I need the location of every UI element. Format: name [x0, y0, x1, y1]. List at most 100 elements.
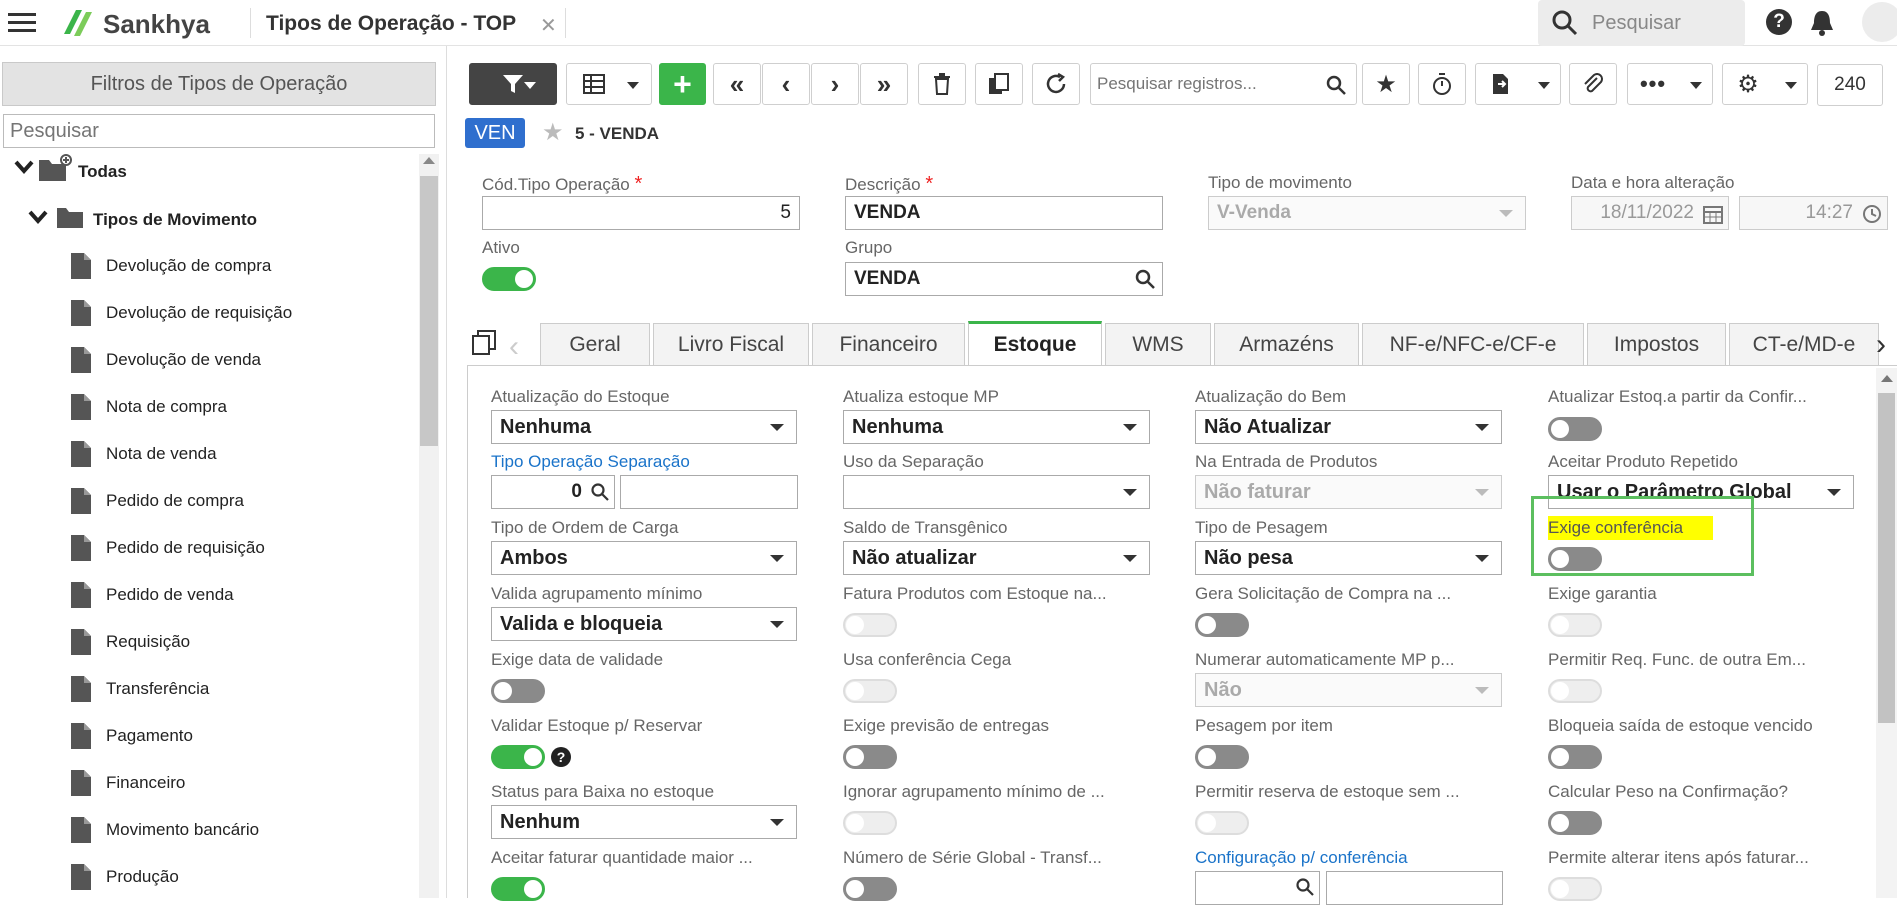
- refresh-button[interactable]: [1032, 63, 1080, 105]
- export-button[interactable]: [1475, 63, 1561, 105]
- copy-tabs-icon[interactable]: [472, 330, 496, 356]
- calcular-peso-confirmacao-label: Calcular Peso na Confirmação?: [1548, 782, 1789, 801]
- close-tab-icon[interactable]: ✕: [540, 13, 557, 38]
- saldo-transgenico-select[interactable]: Não atualizar: [843, 541, 1150, 575]
- cod-tipo-operacao-input[interactable]: 5: [482, 196, 800, 230]
- tree-item[interactable]: Nota de compra: [106, 397, 227, 417]
- tree-item[interactable]: Transferência: [106, 679, 209, 699]
- exige-data-validade-label: Exige data de validade: [491, 650, 664, 669]
- tree-root-todas[interactable]: Todas: [78, 162, 127, 182]
- settings-button[interactable]: ⚙: [1722, 63, 1808, 105]
- hamburger-menu-icon[interactable]: [8, 12, 36, 34]
- tabs-scroll-right-icon[interactable]: ›: [1876, 328, 1886, 362]
- record-search-input[interactable]: [1091, 64, 1316, 104]
- attachment-button[interactable]: [1569, 63, 1617, 105]
- grupo-input[interactable]: VENDA: [845, 262, 1163, 296]
- scroll-up-icon[interactable]: [1881, 375, 1893, 382]
- avatar[interactable]: [1862, 2, 1897, 42]
- tipo-ordem-carga-select[interactable]: Ambos: [491, 541, 797, 575]
- tree-item[interactable]: Pagamento: [106, 726, 193, 746]
- tree-item[interactable]: Pedido de venda: [106, 585, 234, 605]
- tree-item[interactable]: Pedido de requisição: [106, 538, 265, 558]
- grid-dropdown-caret-icon[interactable]: [627, 82, 639, 89]
- last-record-button[interactable]: »: [860, 63, 908, 105]
- search-icon[interactable]: [1326, 75, 1346, 95]
- help-icon[interactable]: ?: [551, 747, 571, 767]
- status-baixa-estoque-select[interactable]: Nenhum: [491, 805, 797, 839]
- content-scrollbar-thumb[interactable]: [1878, 393, 1895, 723]
- tree-item[interactable]: Devolução de requisição: [106, 303, 292, 323]
- tree-item[interactable]: Produção: [106, 867, 179, 887]
- sidebar-search-input[interactable]: [3, 114, 435, 148]
- tree-item[interactable]: Devolução de venda: [106, 350, 261, 370]
- config-conferencia-link[interactable]: Configuração p/ conferência: [1195, 848, 1408, 868]
- validar-estoque-reservar-toggle[interactable]: [491, 745, 545, 769]
- delete-button[interactable]: [918, 63, 966, 105]
- timer-button[interactable]: [1418, 63, 1466, 105]
- more-dropdown-caret-icon[interactable]: [1690, 82, 1702, 89]
- exige-previsao-entregas-toggle[interactable]: [843, 745, 897, 769]
- sidebar-scrollbar-thumb[interactable]: [420, 176, 438, 446]
- export-dropdown-caret-icon[interactable]: [1538, 82, 1550, 89]
- tree-item[interactable]: Devolução de compra: [106, 256, 271, 276]
- star-icon[interactable]: ★: [542, 118, 564, 147]
- settings-dropdown-caret-icon[interactable]: [1785, 82, 1797, 89]
- chevron-down-icon[interactable]: [28, 210, 48, 224]
- next-record-button[interactable]: ›: [811, 63, 859, 105]
- atualizacao-estoque-select[interactable]: Nenhuma: [491, 410, 797, 444]
- atualiza-estoque-mp-select[interactable]: Nenhuma: [843, 410, 1150, 444]
- tree-group-tipos-movimento[interactable]: Tipos de Movimento: [93, 210, 257, 230]
- tree-item[interactable]: Movimento bancário: [106, 820, 259, 840]
- scroll-up-icon[interactable]: [423, 157, 435, 164]
- record-search[interactable]: [1090, 63, 1357, 105]
- search-icon[interactable]: [591, 483, 609, 501]
- tree-item[interactable]: Pedido de compra: [106, 491, 244, 511]
- search-icon[interactable]: [1135, 269, 1155, 289]
- valida-agrupamento-select[interactable]: Valida e bloqueia: [491, 607, 797, 641]
- tab-livro-fiscal[interactable]: Livro Fiscal: [653, 323, 809, 365]
- numero-serie-global-toggle[interactable]: [843, 877, 897, 901]
- bloqueia-saida-vencido-toggle[interactable]: [1548, 745, 1602, 769]
- tab-wms[interactable]: WMS: [1105, 323, 1211, 365]
- filter-button[interactable]: [469, 63, 557, 105]
- sidebar-divider: [446, 46, 447, 898]
- tab-geral[interactable]: Geral: [540, 323, 650, 365]
- descricao-input[interactable]: VENDA: [845, 196, 1163, 230]
- gera-solicitacao-compra-toggle[interactable]: [1195, 613, 1249, 637]
- exige-data-validade-toggle[interactable]: [491, 679, 545, 703]
- uso-separacao-select[interactable]: [843, 475, 1150, 509]
- aceitar-faturar-qtd-toggle[interactable]: [491, 877, 545, 901]
- help-icon[interactable]: ?: [1766, 9, 1792, 35]
- ativo-toggle[interactable]: [482, 267, 536, 291]
- calcular-peso-confirmacao-toggle[interactable]: [1548, 811, 1602, 835]
- atualizacao-bem-select[interactable]: Não Atualizar: [1195, 410, 1502, 444]
- tab-armaz-ns[interactable]: Armazéns: [1214, 323, 1359, 365]
- global-search[interactable]: Pesquisar: [1538, 0, 1745, 46]
- tab-impostos[interactable]: Impostos: [1587, 323, 1726, 365]
- atualizar-estoq-confir-toggle[interactable]: [1548, 417, 1602, 441]
- tab-estoque[interactable]: Estoque: [968, 321, 1102, 365]
- grid-view-button[interactable]: [566, 63, 652, 105]
- first-record-button[interactable]: «: [713, 63, 761, 105]
- bell-icon[interactable]: [1808, 8, 1836, 38]
- chevron-down-icon[interactable]: [14, 160, 34, 174]
- more-options-button[interactable]: •••: [1627, 63, 1713, 105]
- tab-ct-e-md-e[interactable]: CT-e/MD-e: [1729, 323, 1879, 365]
- filter-dropdown-caret-icon[interactable]: [524, 82, 536, 89]
- tab-financeiro[interactable]: Financeiro: [812, 323, 965, 365]
- tree-item[interactable]: Financeiro: [106, 773, 185, 793]
- tab-nf-e-nfc-e-cf-e[interactable]: NF-e/NFC-e/CF-e: [1362, 323, 1584, 365]
- tree-item[interactable]: Nota de venda: [106, 444, 217, 464]
- tipo-operacao-separacao-link[interactable]: Tipo Operação Separação: [491, 452, 690, 472]
- tipo-operacao-separacao-desc: [620, 475, 798, 509]
- add-button[interactable]: +: [659, 63, 706, 105]
- duplicate-button[interactable]: [975, 63, 1023, 105]
- tree-item[interactable]: Requisição: [106, 632, 190, 652]
- prev-record-button[interactable]: ‹: [762, 63, 810, 105]
- tabs-scroll-left-icon[interactable]: ‹: [509, 330, 519, 364]
- exige-conferencia-toggle[interactable]: [1548, 547, 1602, 571]
- pesagem-por-item-toggle[interactable]: [1195, 745, 1249, 769]
- favorite-button[interactable]: ★: [1362, 63, 1410, 105]
- search-icon[interactable]: [1296, 878, 1314, 896]
- tipo-pesagem-select[interactable]: Não pesa: [1195, 541, 1502, 575]
